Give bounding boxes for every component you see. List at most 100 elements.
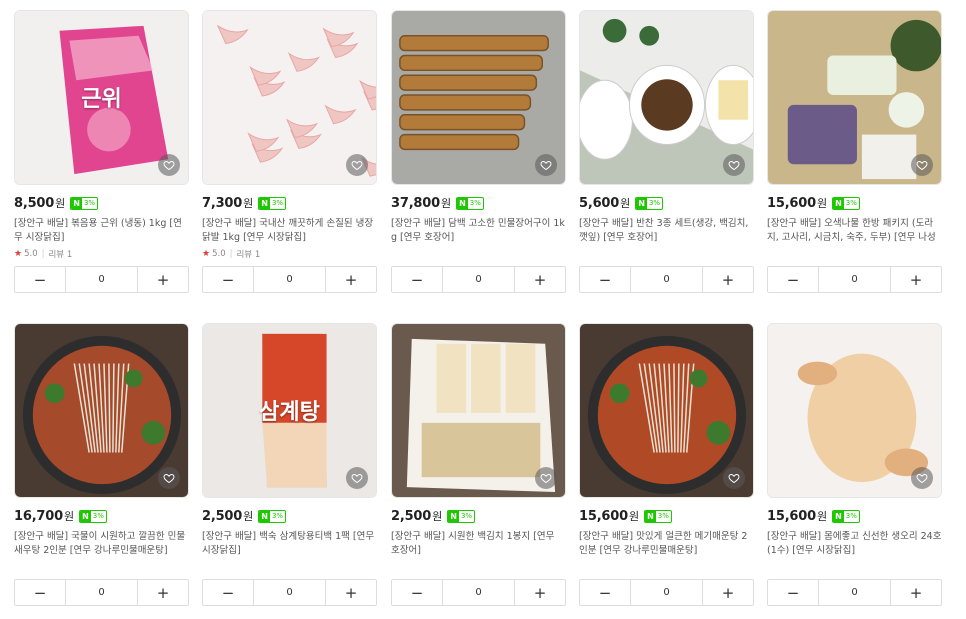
plus-button[interactable]: + bbox=[703, 267, 753, 292]
npay-percent: 3% bbox=[469, 198, 481, 207]
product-thumbnail[interactable]: 삼계탕 bbox=[202, 323, 377, 498]
plus-button[interactable]: + bbox=[891, 267, 941, 292]
product-card[interactable]: 5,600 원 N 3% [장안구 배달] 반찬 3종 세트(생강, 백김치, 깻… bbox=[579, 10, 754, 293]
product-title[interactable]: [장안구 배달] 국내산 깨끗하게 손질된 냉장 닭발 1kg [연무 시장닭집… bbox=[202, 217, 377, 245]
quantity-value[interactable]: 0 bbox=[818, 267, 891, 292]
product-title[interactable]: [장안구 배달] 백숙 삼계탕용티백 1팩 [연무 시장닭집] bbox=[202, 530, 377, 558]
plus-button[interactable]: + bbox=[515, 267, 565, 292]
plus-button[interactable]: + bbox=[326, 580, 376, 605]
wishlist-button[interactable] bbox=[158, 154, 180, 176]
quantity-value[interactable]: 0 bbox=[253, 580, 326, 605]
price-row: 5,600 원 N 3% bbox=[579, 194, 754, 212]
product-title[interactable]: [장안구 배달] 몸에좋고 신선한 생오리 24호(1수) [연무 시장닭집] bbox=[767, 530, 942, 558]
product-card[interactable]: 15,600 원 N 3% [장안구 배달] 몸에좋고 신선한 생오리 24호(1… bbox=[767, 323, 942, 606]
product-title[interactable]: [장안구 배달] 담백 고소한 민물장어구이 1kg [연무 호장어] bbox=[391, 217, 566, 245]
price-row: 2,500 원 N 3% bbox=[391, 507, 566, 525]
heart-icon bbox=[540, 473, 552, 484]
product-card[interactable]: 2,500 원 N 3% [장안구 배달] 시원한 백김치 1봉지 [연무 호장어… bbox=[391, 323, 566, 606]
minus-button[interactable]: − bbox=[15, 267, 65, 292]
product-title[interactable]: [장안구 배달] 오색나물 한방 패키지 (도라지, 고사리, 시금치, 숙주,… bbox=[767, 217, 942, 245]
product-thumbnail[interactable] bbox=[391, 323, 566, 498]
product-title[interactable]: [장안구 배달] 맛있게 얼큰한 메기매운탕 2인분 [연무 강나루민물매운탕] bbox=[579, 530, 754, 558]
wishlist-button[interactable] bbox=[723, 154, 745, 176]
npay-logo-icon: N bbox=[636, 197, 647, 209]
quantity-value[interactable]: 0 bbox=[442, 267, 515, 292]
product-card[interactable]: 근위 8,500 원 N 3% [장안구 배달] 볶음용 근위 (냉동) 1kg … bbox=[14, 10, 189, 293]
plus-button[interactable]: + bbox=[326, 267, 376, 292]
quantity-stepper: − 0 + bbox=[391, 266, 566, 293]
minus-button[interactable]: − bbox=[203, 267, 253, 292]
heart-icon bbox=[728, 160, 740, 171]
quantity-value[interactable]: 0 bbox=[442, 580, 515, 605]
heart-icon bbox=[916, 160, 928, 171]
wishlist-button[interactable] bbox=[346, 154, 368, 176]
product-card[interactable]: 16,700 원 N 3% [장안구 배달] 국물이 시원하고 깔끔한 민물새우탕… bbox=[14, 323, 189, 606]
quantity-value[interactable]: 0 bbox=[65, 580, 138, 605]
npay-badge: N 3% bbox=[70, 196, 99, 210]
heart-icon bbox=[163, 473, 175, 484]
quantity-value[interactable]: 0 bbox=[630, 580, 703, 605]
plus-button[interactable]: + bbox=[703, 580, 753, 605]
review-count[interactable]: 리뷰 1 bbox=[48, 248, 72, 260]
wishlist-button[interactable] bbox=[723, 467, 745, 489]
plus-button[interactable]: + bbox=[515, 580, 565, 605]
plus-button[interactable]: + bbox=[138, 580, 188, 605]
product-card[interactable]: 삼계탕 2,500 원 N 3% [장안구 배달] 백숙 삼계탕용티백 1팩 [연… bbox=[202, 323, 377, 606]
plus-button[interactable]: + bbox=[891, 580, 941, 605]
quantity-value[interactable]: 0 bbox=[818, 580, 891, 605]
product-thumbnail[interactable] bbox=[767, 323, 942, 498]
product-grid: 근위 8,500 원 N 3% [장안구 배달] 볶음용 근위 (냉동) 1kg … bbox=[0, 0, 966, 619]
currency-unit: 원 bbox=[55, 197, 66, 210]
minus-button[interactable]: − bbox=[768, 267, 818, 292]
product-card[interactable]: 37,800 원 N 3% [장안구 배달] 담백 고소한 민물장어구이 1kg … bbox=[391, 10, 566, 293]
product-title[interactable]: [장안구 배달] 국물이 시원하고 깔끔한 민물새우탕 2인분 [연무 강나루민… bbox=[14, 530, 189, 558]
minus-button[interactable]: − bbox=[580, 267, 630, 292]
minus-button[interactable]: − bbox=[392, 267, 442, 292]
product-thumbnail[interactable] bbox=[579, 10, 754, 185]
npay-logo-icon: N bbox=[457, 197, 468, 209]
npay-badge: N 3% bbox=[832, 196, 860, 210]
minus-button[interactable]: − bbox=[580, 580, 630, 605]
product-thumbnail[interactable]: 근위 bbox=[14, 10, 189, 185]
product-card[interactable]: 7,300 원 N 3% [장안구 배달] 국내산 깨끗하게 손질된 냉장 닭발 … bbox=[202, 10, 377, 293]
npay-percent: 3% bbox=[92, 511, 104, 520]
product-thumbnail[interactable] bbox=[14, 323, 189, 498]
heart-icon bbox=[163, 160, 175, 171]
minus-button[interactable]: − bbox=[15, 580, 65, 605]
wishlist-button[interactable] bbox=[158, 467, 180, 489]
currency-unit: 원 bbox=[628, 510, 640, 523]
rating: ★ 5.0 | 리뷰 1 bbox=[202, 248, 377, 260]
quantity-stepper: − 0 + bbox=[767, 266, 942, 293]
currency-unit: 원 bbox=[243, 197, 254, 210]
wishlist-button[interactable] bbox=[911, 467, 933, 489]
wishlist-button[interactable] bbox=[346, 467, 368, 489]
product-title[interactable]: [장안구 배달] 시원한 백김치 1봉지 [연무 호장어] bbox=[391, 530, 566, 558]
quantity-value[interactable]: 0 bbox=[65, 267, 138, 292]
wishlist-button[interactable] bbox=[535, 467, 557, 489]
product-card[interactable]: 15,600 원 N 3% [장안구 배달] 오색나물 한방 패키지 (도라지, … bbox=[767, 10, 942, 293]
product-title[interactable]: [장안구 배달] 반찬 3종 세트(생강, 백김치, 깻잎) [연무 호장어] bbox=[579, 217, 754, 245]
npay-badge: N 3% bbox=[635, 196, 664, 210]
heart-icon bbox=[540, 160, 552, 171]
npay-badge: N 3% bbox=[456, 196, 484, 210]
review-count[interactable]: 리뷰 1 bbox=[236, 248, 260, 260]
wishlist-button[interactable] bbox=[911, 154, 933, 176]
wishlist-button[interactable] bbox=[535, 154, 557, 176]
product-thumbnail[interactable] bbox=[767, 10, 942, 185]
product-card[interactable]: 15,600 원 N 3% [장안구 배달] 맛있게 얼큰한 메기매운탕 2인분 … bbox=[579, 323, 754, 606]
product-image-label: 삼계탕 bbox=[259, 400, 320, 425]
quantity-stepper: − 0 + bbox=[579, 266, 754, 293]
minus-button[interactable]: − bbox=[392, 580, 442, 605]
product-thumbnail[interactable] bbox=[579, 323, 754, 498]
quantity-stepper: − 0 + bbox=[579, 579, 754, 606]
minus-button[interactable]: − bbox=[768, 580, 818, 605]
npay-badge: N 3% bbox=[832, 509, 860, 523]
product-thumbnail[interactable] bbox=[202, 10, 377, 185]
product-thumbnail[interactable] bbox=[391, 10, 566, 185]
quantity-value[interactable]: 0 bbox=[253, 267, 326, 292]
quantity-value[interactable]: 0 bbox=[630, 267, 703, 292]
plus-button[interactable]: + bbox=[138, 267, 188, 292]
product-title[interactable]: [장안구 배달] 볶음용 근위 (냉동) 1kg [연무 시장닭집] bbox=[14, 217, 189, 245]
divider: | bbox=[41, 249, 45, 259]
minus-button[interactable]: − bbox=[203, 580, 253, 605]
